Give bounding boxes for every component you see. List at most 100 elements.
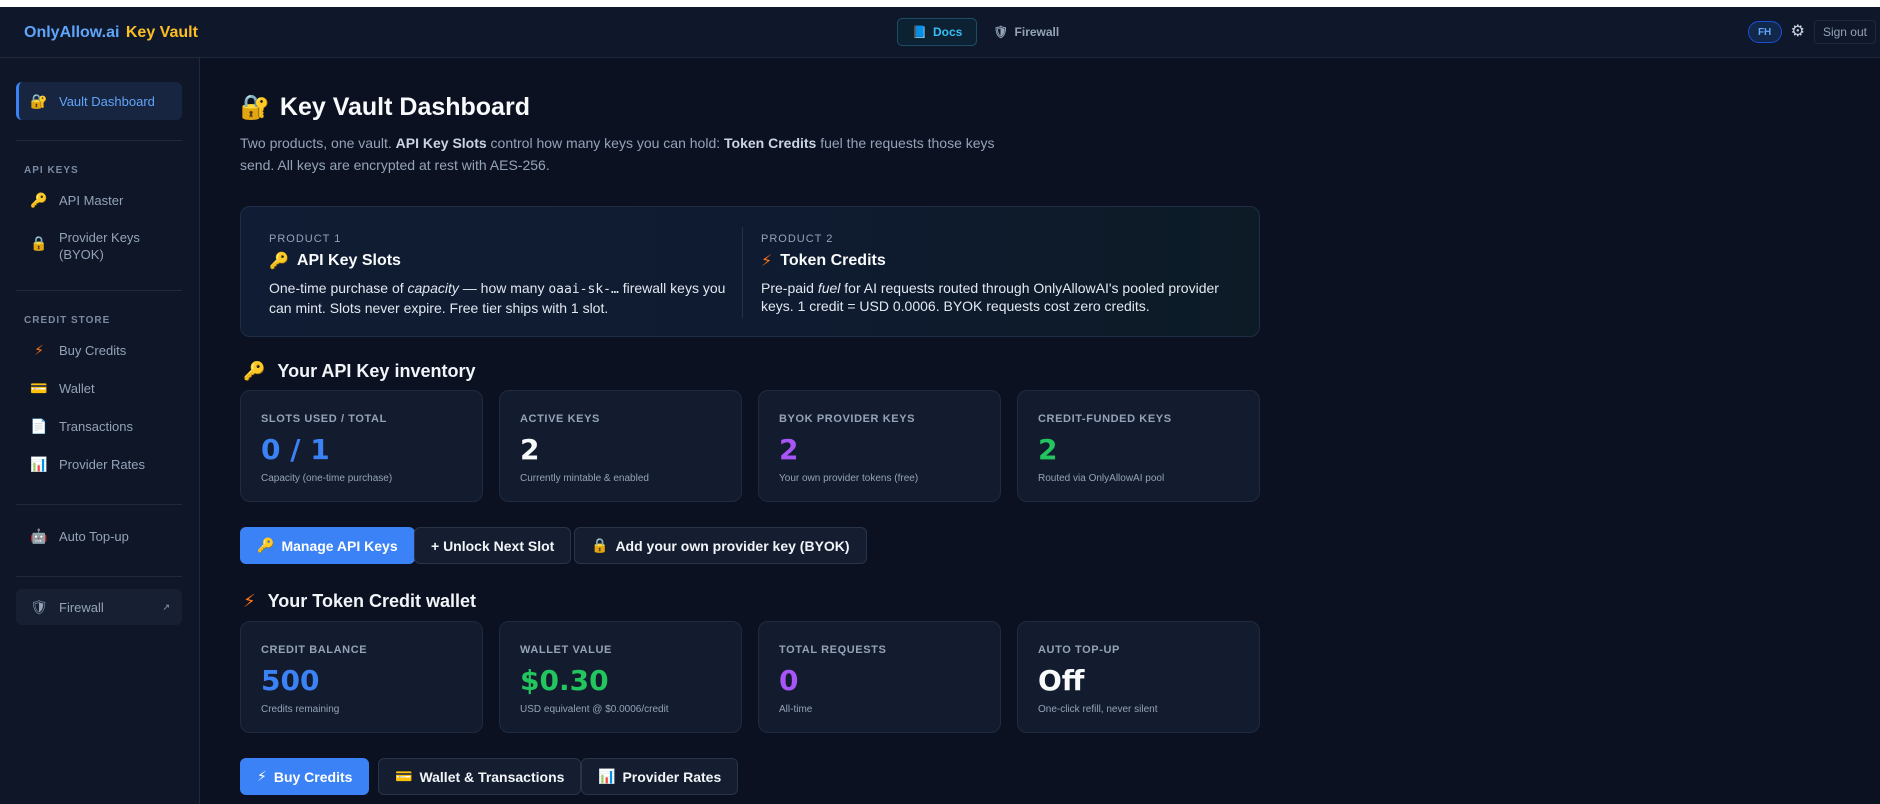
product-description: One-time purchase of capacity — how many… — [269, 280, 726, 316]
card-value: 2 — [520, 433, 540, 466]
header-user-area: FH ⚙ Sign out — [1747, 20, 1876, 44]
lightning-icon: ⚡ — [761, 253, 773, 270]
card-label: WALLET VALUE — [520, 644, 612, 656]
card-note: One-click refill, never silent — [1038, 704, 1158, 715]
page-title: 🔐 Key Vault Dashboard — [240, 93, 530, 122]
card-value: 500 — [261, 664, 320, 697]
product-api-key-slots: PRODUCT 1 🔑 API Key Slots One-time purch… — [269, 233, 739, 317]
unlock-next-slot-button[interactable]: + Unlock Next Slot — [414, 527, 572, 564]
sidebar-item-buy-credits[interactable]: ⚡ Buy Credits — [16, 340, 182, 360]
card-label: TOTAL REQUESTS — [779, 644, 887, 656]
firewall-label: Firewall — [1014, 25, 1060, 39]
robot-icon: 🤖 — [30, 527, 48, 544]
sidebar-item-vault-dashboard[interactable]: 🔐 Vault Dashboard — [16, 82, 182, 120]
card-note: Capacity (one-time purchase) — [261, 473, 393, 484]
page-title-text: Key Vault Dashboard — [279, 93, 530, 121]
page-subtitle: Two products, one vault. API Key Slots c… — [240, 135, 995, 173]
card-value: 2 — [779, 433, 799, 466]
buy-credits-button[interactable]: ⚡ Buy Credits — [240, 758, 370, 795]
sidebar-item-auto-topup[interactable]: 🤖 Auto Top-up — [16, 526, 182, 546]
avatar[interactable]: FH — [1747, 21, 1782, 43]
credit-card-icon: 💳 — [30, 379, 48, 396]
docs-button[interactable]: 📘 Docs — [897, 18, 978, 46]
brand-product: Key Vault — [125, 24, 198, 41]
sign-out-button[interactable]: Sign out — [1813, 20, 1876, 44]
sidebar-item-firewall[interactable]: 🛡 Firewall ↗ — [16, 589, 182, 625]
product-divider — [742, 227, 743, 318]
byok-provider-keys-card: BYOK PROVIDER KEYS 2 Your own provider t… — [758, 390, 1001, 502]
card-value: $0.30 — [520, 664, 609, 697]
gear-icon[interactable]: ⚙ — [1791, 21, 1805, 43]
card-value: 0 — [779, 664, 799, 697]
sidebar-item-label: Vault Dashboard — [59, 93, 155, 109]
header-center-nav: 📘 Docs 🛡 Firewall — [897, 17, 1059, 47]
sidebar-item-label: Transactions — [59, 418, 133, 434]
auto-topup-card: AUTO TOP-UP Off One-click refill, never … — [1017, 621, 1260, 733]
card-note: All-time — [779, 704, 813, 715]
sidebar-item-provider-keys[interactable]: 🔒 Provider Keys (BYOK) — [16, 229, 182, 263]
document-icon: 📄 — [30, 417, 48, 434]
card-label: CREDIT BALANCE — [261, 644, 368, 656]
shield-icon: 🛡 — [30, 598, 48, 615]
active-keys-card: ACTIVE KEYS 2 Currently mintable & enabl… — [499, 390, 742, 502]
credit-balance-card: CREDIT BALANCE 500 Credits remaining — [240, 621, 483, 733]
product-label: PRODUCT 1 — [269, 233, 342, 245]
add-byok-key-button[interactable]: 🔒 Add your own provider key (BYOK) — [574, 527, 867, 564]
credit-funded-keys-card: CREDIT-FUNDED KEYS 2 Routed via OnlyAllo… — [1017, 390, 1260, 502]
product-description: Pre-paid fuel for AI requests routed thr… — [761, 280, 1219, 314]
sidebar-item-label: Provider Rates — [59, 456, 145, 472]
card-note: USD equivalent @ $0.0006/credit — [520, 704, 669, 715]
product-name: 🔑 API Key Slots — [269, 252, 401, 270]
lock-icon: 🔒 — [30, 235, 48, 251]
card-note: Currently mintable & enabled — [520, 473, 649, 484]
sidebar: 🔐 Vault Dashboard API KEYS 🔑 API Master … — [0, 58, 200, 804]
shield-icon: 🛡 — [993, 25, 1009, 39]
card-note: Your own provider tokens (free) — [779, 473, 919, 484]
product-token-credits: PRODUCT 2 ⚡ Token Credits Pre-paid fuel … — [761, 233, 1239, 315]
sidebar-divider — [16, 290, 182, 291]
sidebar-item-api-master[interactable]: 🔑 API Master — [16, 190, 182, 210]
card-label: AUTO TOP-UP — [1038, 644, 1120, 656]
sidebar-divider — [16, 576, 182, 577]
top-navbar: OnlyAllow.ai Key Vault 📘 Docs 🛡 Firewall… — [0, 7, 1880, 58]
lightning-icon: ⚡ — [34, 341, 44, 358]
sidebar-item-wallet[interactable]: 💳 Wallet — [16, 378, 182, 398]
sidebar-section-credit-store: CREDIT STORE — [24, 315, 111, 326]
products-panel: PRODUCT 1 🔑 API Key Slots One-time purch… — [240, 206, 1260, 337]
sidebar-item-label: Buy Credits — [59, 342, 127, 358]
wallet-section-title: ⚡ Your Token Credit wallet — [243, 591, 477, 611]
product-name: ⚡ Token Credits — [761, 252, 886, 270]
card-value: Off — [1038, 664, 1085, 697]
card-value: 0 / 1 — [261, 433, 330, 466]
lock-icon: 🔒 — [591, 537, 609, 553]
card-label: BYOK PROVIDER KEYS — [779, 413, 916, 425]
slots-used-card: SLOTS USED / TOTAL 0 / 1 Capacity (one-t… — [240, 390, 483, 502]
key-icon: 🔑 — [30, 191, 48, 208]
brand-logo[interactable]: OnlyAllow.ai Key Vault — [24, 24, 198, 42]
firewall-link[interactable]: 🛡 Firewall — [993, 25, 1059, 39]
sidebar-item-label: Firewall — [59, 599, 104, 615]
sidebar-item-label: Wallet — [59, 380, 95, 396]
card-label: ACTIVE KEYS — [520, 413, 600, 425]
key-icon: 🔑 — [257, 537, 275, 553]
manage-api-keys-button[interactable]: 🔑 Manage API Keys — [240, 527, 415, 564]
book-icon: 📘 — [912, 25, 927, 39]
card-note: Credits remaining — [261, 704, 340, 715]
inventory-section-title: 🔑 Your API Key inventory — [243, 361, 476, 381]
sidebar-item-transactions[interactable]: 📄 Transactions — [16, 416, 182, 436]
credit-card-icon: 💳 — [395, 768, 413, 784]
card-note: Routed via OnlyAllowAI pool — [1038, 473, 1165, 484]
sidebar-item-provider-rates[interactable]: 📊 Provider Rates — [16, 454, 182, 474]
sidebar-divider — [16, 504, 182, 505]
sidebar-item-label: Provider Keys (BYOK) — [59, 230, 140, 262]
external-link-icon: ↗ — [162, 601, 170, 612]
browser-top-strip — [0, 0, 1880, 7]
bar-chart-icon: 📊 — [30, 455, 48, 472]
bar-chart-icon: 📊 — [598, 768, 616, 784]
wallet-transactions-button[interactable]: 💳 Wallet & Transactions — [378, 758, 582, 795]
card-label: CREDIT-FUNDED KEYS — [1038, 413, 1172, 425]
lightning-icon: ⚡ — [257, 768, 267, 784]
sidebar-item-label: Auto Top-up — [59, 528, 129, 544]
provider-rates-button[interactable]: 📊 Provider Rates — [581, 758, 739, 795]
sidebar-item-label: API Master — [59, 192, 124, 208]
